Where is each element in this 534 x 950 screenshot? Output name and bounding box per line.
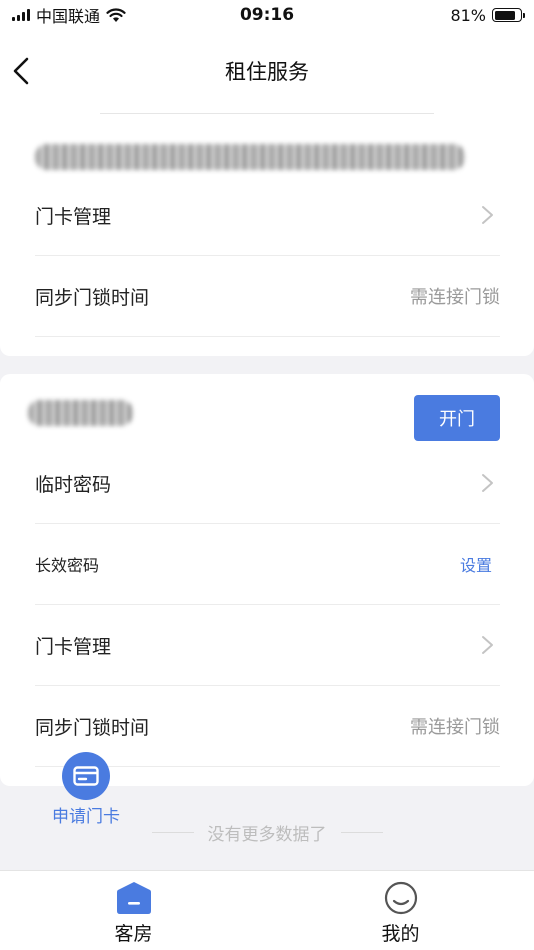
status-time: 09:16 [239,5,295,25]
row-label: 长效密码 [35,556,100,575]
chevron-right-icon [482,636,493,654]
open-door-button[interactable]: 开门 [414,395,500,441]
tab-rooms[interactable]: 客房 [0,871,267,950]
set-password-link[interactable]: 设置 [460,552,492,576]
status-bar: 中国联通 09:16 81% [0,0,534,30]
tab-bar: 客房 我的 [0,870,534,950]
chevron-left-icon[interactable] [12,56,34,86]
wifi-icon [106,7,126,22]
carrier-name: 中国联通 [36,7,101,26]
room-icon [116,882,151,914]
page-title: 租住服务 [225,60,309,84]
row-label: 门卡管理 [35,205,112,228]
row-label: 门卡管理 [35,635,112,658]
lock-card-2: 开门 临时密码 长效密码 设置 门卡管理 同步门锁时间 需连接门锁 [0,374,534,786]
fab-label: 申请门卡 [52,807,120,827]
signal-icon [12,9,30,21]
lock-card-1: 门卡管理 同步门锁时间 需连接门锁 [0,114,534,356]
apply-card-fab[interactable]: 申请门卡 [44,752,128,828]
card-management-row[interactable]: 门卡管理 [35,605,500,686]
no-more-text: 没有更多数据了 [207,824,327,845]
tab-mine[interactable]: 我的 [267,871,534,950]
divider-line [340,831,383,833]
row-label: 同步门锁时间 [35,286,150,309]
tab-label: 客房 [114,923,153,945]
battery-percent: 81% [450,5,486,25]
battery-icon [492,8,525,22]
redacted-room-name [28,400,133,426]
chevron-right-icon [482,474,493,492]
sync-lock-time-row[interactable]: 同步门锁时间 需连接门锁 [35,256,500,337]
temp-password-row[interactable]: 临时密码 [35,443,500,524]
divider-line [151,831,194,833]
status-right: 81% [362,5,525,25]
chevron-right-icon [482,206,493,224]
redacted-room-name [35,144,465,170]
row-value: 需连接门锁 [410,717,500,738]
long-password-row: 长效密码 设置 [35,524,500,605]
row-value: 需连接门锁 [410,287,500,308]
card-icon [62,752,110,800]
card-management-row[interactable]: 门卡管理 [35,175,500,256]
row-label: 临时密码 [35,473,112,496]
smiley-icon [384,881,417,915]
status-left: 中国联通 [12,3,172,27]
tab-label: 我的 [381,923,420,945]
row-label: 同步门锁时间 [35,716,150,739]
nav-bar: 租住服务 [0,30,534,114]
